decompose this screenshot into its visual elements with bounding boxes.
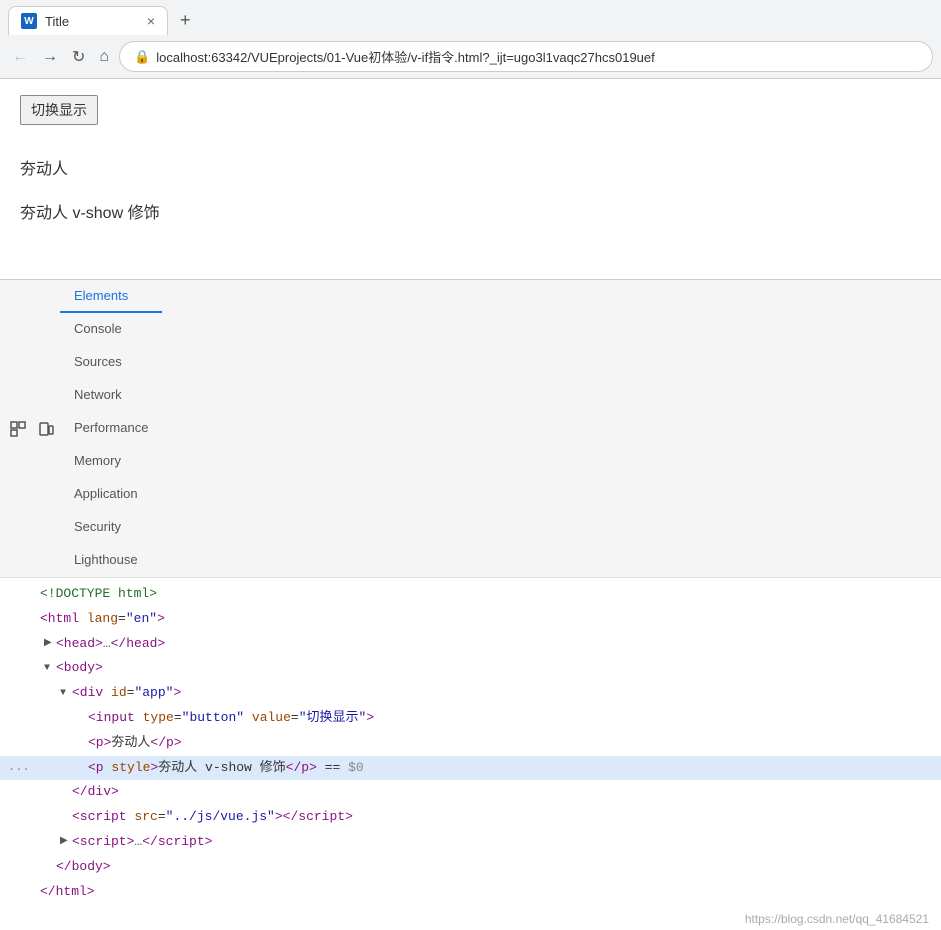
tab-bar: W Title × +	[0, 0, 941, 35]
dom-line[interactable]: <html lang="en">	[0, 607, 941, 632]
watermark: https://blog.csdn.net/qq_41684521	[0, 908, 941, 930]
dom-line-content: <p style>夯动人 v-show 修饰</p> == $0	[88, 758, 364, 779]
dom-line[interactable]: <head>…</head>	[0, 632, 941, 657]
devtools-tab-performance[interactable]: Performance	[60, 412, 162, 445]
dom-line[interactable]: <script src="../js/vue.js"></script>	[0, 805, 941, 830]
refresh-button[interactable]: ↻	[68, 43, 89, 71]
toggle-display-button[interactable]: 切换显示	[20, 95, 98, 125]
dom-line[interactable]: </html>	[0, 880, 941, 905]
dom-line[interactable]: <p>夯动人</p>	[0, 731, 941, 756]
devtools-tab-security[interactable]: Security	[60, 511, 162, 544]
back-button[interactable]: ←	[8, 44, 32, 70]
expand-triangle-icon[interactable]	[60, 686, 72, 702]
devtools-tabs-container: ElementsConsoleSourcesNetworkPerformance…	[60, 280, 162, 577]
device-toolbar-button[interactable]	[32, 413, 60, 445]
forward-button[interactable]: →	[38, 44, 62, 70]
devtools-tab-network[interactable]: Network	[60, 379, 162, 412]
page-content: 切换显示 夯动人 夯动人 v-show 修饰	[0, 79, 941, 279]
dom-line-content: <div id="app">	[72, 683, 181, 704]
new-tab-button[interactable]: +	[172, 6, 199, 35]
devtools-tab-bar: ElementsConsoleSourcesNetworkPerformance…	[0, 280, 941, 578]
dom-line[interactable]: <div id="app">	[0, 681, 941, 706]
dom-line-content: <p>夯动人</p>	[88, 733, 182, 754]
url-text: localhost:63342/VUEprojects/01-Vue初体验/v-…	[156, 47, 918, 66]
browser-tab[interactable]: W Title ×	[8, 6, 168, 35]
dom-line-content: <input type="button" value="切换显示">	[88, 708, 374, 729]
devtools-tab-console[interactable]: Console	[60, 313, 162, 346]
dom-line[interactable]: <!DOCTYPE html>	[0, 582, 941, 607]
devtools-tab-sources[interactable]: Sources	[60, 346, 162, 379]
dom-line-content: <head>…</head>	[56, 634, 165, 655]
expand-triangle-icon[interactable]	[44, 636, 56, 652]
expand-triangle-icon[interactable]	[60, 834, 72, 850]
dom-line[interactable]: <body>	[0, 656, 941, 681]
devtools-panel: ElementsConsoleSourcesNetworkPerformance…	[0, 279, 941, 930]
address-bar: ← → ↻ ⌂ 🔒 localhost:63342/VUEprojects/01…	[0, 35, 941, 78]
device-icon	[38, 421, 54, 437]
dom-line-content: <html lang="en">	[40, 609, 165, 630]
home-button[interactable]: ⌂	[95, 44, 113, 70]
dom-line-content: <body>	[56, 658, 103, 679]
dom-line[interactable]: <input type="button" value="切换显示">	[0, 706, 941, 731]
browser-chrome: W Title × + ← → ↻ ⌂ 🔒 localhost:63342/VU…	[0, 0, 941, 79]
dom-line[interactable]: </body>	[0, 855, 941, 880]
tab-close-button[interactable]: ×	[147, 14, 155, 28]
page-text-2: 夯动人 v-show 修饰	[20, 199, 921, 223]
devtools-tab-application[interactable]: Application	[60, 478, 162, 511]
inspect-icon	[10, 421, 26, 437]
devtools-tab-memory[interactable]: Memory	[60, 445, 162, 478]
tab-title: Title	[45, 14, 139, 29]
dom-line-content: <script src="../js/vue.js"></script>	[72, 807, 353, 828]
dom-line-content: <script>…</script>	[72, 832, 212, 853]
devtools-tab-lighthouse[interactable]: Lighthouse	[60, 544, 162, 577]
inspect-element-button[interactable]	[4, 413, 32, 445]
lock-icon: 🔒	[134, 49, 150, 65]
dom-line-content: <!DOCTYPE html>	[40, 584, 157, 605]
expand-triangle-icon[interactable]	[44, 661, 56, 677]
dom-panel: <!DOCTYPE html> <html lang="en"> <head>…</…	[0, 578, 941, 908]
dom-line[interactable]: ... <p style>夯动人 v-show 修饰</p> == $0	[0, 756, 941, 781]
dom-line-content: </html>	[40, 882, 95, 903]
tab-favicon: W	[21, 13, 37, 29]
url-bar[interactable]: 🔒 localhost:63342/VUEprojects/01-Vue初体验/…	[119, 41, 933, 72]
page-text-1: 夯动人	[20, 155, 921, 179]
devtools-tab-elements[interactable]: Elements	[60, 280, 162, 313]
dom-line-content: </body>	[56, 857, 111, 878]
dom-line[interactable]: </div>	[0, 780, 941, 805]
dom-line[interactable]: <script>…</script>	[0, 830, 941, 855]
dom-line-content: </div>	[72, 782, 119, 803]
dom-line-dots: ...	[8, 758, 28, 777]
